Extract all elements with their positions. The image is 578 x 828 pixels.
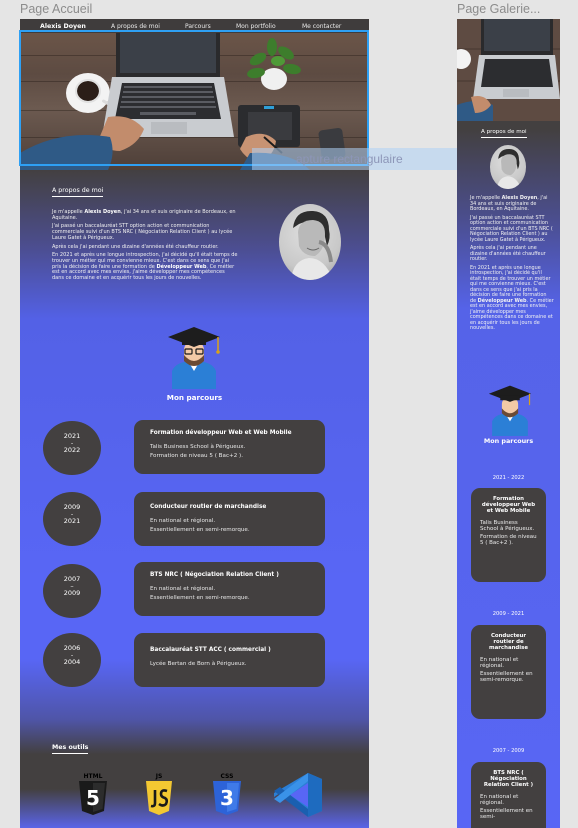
gallery-about-title: A propos de moi — [481, 129, 527, 138]
gallery-hero-image — [457, 19, 560, 121]
timeline-dates: 2006-2004 — [43, 633, 101, 687]
svg-text:JS: JS — [155, 773, 163, 780]
nav-item-parcours[interactable]: Parcours — [185, 23, 211, 30]
gallery-timeline-card[interactable]: Conducteur routier de marchandise En nat… — [471, 625, 546, 719]
timeline-card[interactable]: BTS NRC ( Négociation Relation Client ) … — [134, 562, 325, 616]
about-title: A propos de moi — [52, 187, 104, 197]
gallery-timeline-dates: 2007 - 2009 — [492, 748, 525, 754]
frame-label-home: Page Accueil — [20, 2, 93, 16]
vscode-icon — [272, 771, 324, 823]
timeline-dates: 2021-2022 — [43, 421, 101, 475]
gallery-timeline-card[interactable]: Formation développeur Web et Web Mobile … — [471, 488, 546, 582]
profile-portrait — [279, 204, 341, 280]
nav-item-about[interactable]: A propos de moi — [111, 23, 160, 30]
gallery-timeline-card[interactable]: BTS NRC ( Négociation Relation Client ) … — [471, 762, 546, 828]
timeline-card-title: BTS NRC ( Négociation Relation Client ) — [150, 572, 279, 578]
selection-rectangle[interactable] — [19, 30, 369, 166]
timeline-dates: 2009-2021 — [43, 492, 101, 546]
css3-icon: CSS 3 — [212, 772, 242, 820]
timeline-card-title: Conducteur routier de marchandise — [150, 504, 267, 510]
svg-text:CSS: CSS — [221, 773, 234, 780]
gallery-timeline-dates: 2021 - 2022 — [492, 475, 525, 481]
javascript-icon: JS — [145, 772, 173, 820]
nav-item-portfolio[interactable]: Mon portfolio — [236, 23, 276, 30]
timeline-card-title: Formation développeur Web et Web Mobile — [150, 430, 292, 436]
timeline-card[interactable]: Conducteur routier de marchandise En nat… — [134, 492, 325, 546]
tools-title: Mes outils — [52, 744, 89, 754]
html5-icon: HTML 5 — [78, 772, 108, 820]
timeline-card[interactable]: Baccalauréat STT ACC ( commercial ) Lycé… — [134, 633, 325, 687]
frame-label-gallery: Page Galerie... — [457, 2, 541, 16]
about-text: Je m'appelle Alexis Doyen, j'ai 34 ans e… — [52, 209, 238, 281]
gallery-page-frame[interactable]: A propos de moi Je m'appelle Alexis Doye… — [457, 19, 560, 828]
gallery-parcours-title: Mon parcours — [483, 437, 534, 445]
gallery-profile-portrait — [490, 145, 526, 189]
timeline-card[interactable]: Formation développeur Web et Web Mobile … — [134, 420, 325, 474]
timeline-dates: 2007–2009 — [43, 564, 101, 618]
nav-item-contact[interactable]: Me contacter — [302, 23, 341, 30]
gallery-graduate-avatar-icon — [487, 384, 533, 436]
timeline-card-title: Baccalauréat STT ACC ( commercial ) — [150, 647, 271, 653]
gallery-timeline-dates: 2009 - 2021 — [492, 611, 525, 617]
gallery-about-text: Je m'appelle Alexis Doyen, j'ai 34 ans e… — [470, 195, 554, 331]
svg-text:3: 3 — [220, 786, 234, 810]
graduate-avatar-icon — [166, 325, 222, 389]
svg-text:HTML: HTML — [84, 773, 103, 780]
nav-brand[interactable]: Alexis Doyen — [40, 23, 86, 30]
parcours-title: Mon parcours — [166, 393, 223, 402]
capture-label: apture rectangulaire — [252, 148, 488, 170]
svg-text:5: 5 — [86, 786, 100, 810]
